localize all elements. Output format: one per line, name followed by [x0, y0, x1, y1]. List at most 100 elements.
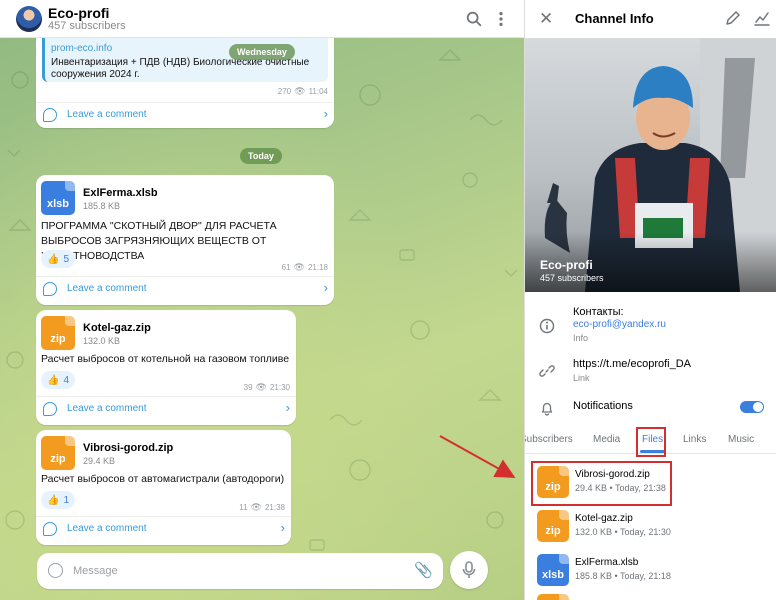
- thumbs-up-icon: 👍: [47, 253, 60, 265]
- link-preview-text: Инвентаризация + ПДВ (НДВ) Биологические…: [51, 57, 310, 80]
- message-bubble: zip Kotel-gaz.zip 132.0 KB Расчет выброс…: [36, 310, 296, 425]
- annotation-highlight-files-tab: [636, 427, 666, 457]
- message-composer: 📎: [37, 553, 443, 589]
- eye-icon: 👁: [255, 382, 267, 392]
- paperclip-icon[interactable]: 📎: [414, 561, 433, 579]
- xlsb-file-icon[interactable]: xlsb: [41, 181, 75, 215]
- zip-file-icon[interactable]: zip: [41, 316, 75, 350]
- views-count: 11: [239, 503, 248, 512]
- file-name[interactable]: Kotel-gaz.zip: [83, 322, 151, 334]
- file-list-item[interactable]: zip Kotel-gaz.zip 132.0 KB • Today, 21:3…: [525, 506, 776, 546]
- date-separator-today: Today: [240, 148, 282, 164]
- link-preview-url[interactable]: prom-eco.info: [51, 43, 112, 54]
- zip-file-icon-partial: [537, 594, 569, 600]
- notifications-toggle[interactable]: [740, 401, 764, 413]
- tab-music[interactable]: Music: [728, 434, 754, 445]
- tab-media[interactable]: Media: [593, 434, 620, 445]
- message-meta: 61 👁 21:18: [282, 262, 328, 273]
- message-text: ПРОГРАММА "СКОТНЫЙ ДВОР" ДЛЯ РАСЧЕТА ВЫБ…: [41, 220, 277, 262]
- file-name[interactable]: Vibrosi-gorod.zip: [83, 442, 173, 454]
- contacts-row[interactable]: Контакты: eco-profi@yandex.ru Info: [525, 300, 776, 348]
- message-input[interactable]: [71, 562, 401, 580]
- message-bubble: xlsb ExlFerma.xlsb 185.8 KB ПРОГРАММА "С…: [36, 175, 334, 305]
- message-time: 21:38: [264, 503, 285, 512]
- file-name[interactable]: ExlFerma.xlsb: [83, 187, 158, 199]
- file-list-name: Kotel-gaz.zip: [575, 513, 633, 524]
- contacts-sub: Info: [573, 333, 589, 343]
- message-text: Расчет выбросов от автомагистрали (автод…: [41, 473, 285, 485]
- channel-link[interactable]: https://t.me/ecoprofi_DA: [573, 358, 691, 370]
- chat-title[interactable]: Eco-profi: [48, 5, 109, 21]
- chevron-right-icon: ›: [285, 400, 290, 415]
- message-bubble: zip Vibrosi-gorod.zip 29.4 KB Расчет выб…: [36, 430, 291, 545]
- comment-icon: [43, 282, 57, 296]
- reaction-count: 5: [63, 253, 70, 265]
- comment-label: Leave a comment: [67, 403, 147, 414]
- info-icon: [539, 318, 555, 334]
- pencil-icon[interactable]: [725, 10, 741, 26]
- thumbs-up-icon: 👍: [47, 374, 60, 386]
- channel-subscribers: 457 subscribers: [540, 273, 604, 283]
- contacts-email-link[interactable]: eco-profi@yandex.ru: [573, 319, 666, 330]
- eye-icon: 👁: [250, 502, 262, 512]
- views-count: 270: [277, 87, 292, 96]
- notifications-label: Notifications: [573, 400, 633, 412]
- message-text: Расчет выбросов от котельной на газовом …: [41, 353, 290, 365]
- channel-photo[interactable]: [525, 38, 776, 292]
- annotation-highlight-file: [531, 461, 672, 506]
- message-time: 11:04: [308, 87, 328, 96]
- file-size: 29.4 KB: [83, 456, 116, 466]
- comment-icon: [43, 108, 57, 122]
- file-list-name: ExlFerma.xlsb: [575, 557, 639, 568]
- views-count: 39: [243, 383, 253, 392]
- info-title: Channel Info: [575, 11, 654, 26]
- file-list-item[interactable]: xlsb ExlFerma.xlsb 185.8 KB • Today, 21:…: [525, 550, 776, 590]
- eye-icon: 👁: [293, 262, 305, 272]
- chat-subscribers: 457 subscribers: [48, 20, 126, 32]
- reaction-chip[interactable]: 👍 1: [41, 491, 76, 509]
- channel-name: Eco-profi: [540, 258, 593, 272]
- microphone-button[interactable]: [450, 551, 488, 589]
- tab-subscribers[interactable]: Subscribers: [525, 434, 573, 445]
- message-meta: 39 👁 21:30: [244, 382, 290, 393]
- message-time: 21:18: [307, 263, 328, 272]
- chevron-right-icon: ›: [323, 106, 328, 121]
- chevron-right-icon: ›: [323, 280, 328, 295]
- more-vertical-icon[interactable]: [492, 10, 510, 28]
- contacts-label: Контакты:: [573, 306, 624, 318]
- eye-icon: 👁: [294, 86, 306, 96]
- leave-comment-button[interactable]: Leave a comment ›: [36, 396, 296, 420]
- link-row[interactable]: https://t.me/ecoprofi_DA Link: [525, 352, 776, 388]
- views-count: 61: [281, 263, 291, 272]
- statistics-icon[interactable]: [754, 10, 770, 26]
- comment-label: Leave a comment: [67, 109, 147, 120]
- message-meta: 270 👁 11:04: [278, 86, 328, 97]
- reaction-chip[interactable]: 👍 5: [41, 250, 76, 268]
- leave-comment-button[interactable]: Leave a comment ›: [36, 102, 334, 126]
- reaction-chip[interactable]: 👍 4: [41, 371, 76, 389]
- comment-icon: [43, 402, 57, 416]
- notifications-row[interactable]: Notifications: [525, 394, 776, 422]
- file-size: 132.0 KB: [83, 336, 121, 346]
- thumbs-up-icon: 👍: [47, 494, 60, 506]
- emoji-icon[interactable]: [48, 563, 63, 578]
- leave-comment-button[interactable]: Leave a comment ›: [36, 516, 291, 540]
- comment-label: Leave a comment: [67, 283, 147, 294]
- info-header: ✕ Channel Info: [525, 0, 776, 38]
- xlsb-file-icon: xlsb: [537, 554, 569, 586]
- chat-header[interactable]: Eco-profi 457 subscribers: [0, 0, 524, 38]
- search-icon[interactable]: [465, 10, 483, 28]
- tab-links[interactable]: Links: [683, 434, 706, 445]
- reaction-count: 4: [63, 374, 70, 386]
- file-list-meta: 132.0 KB • Today, 21:30: [575, 527, 671, 537]
- reaction-count: 1: [63, 494, 70, 506]
- zip-file-icon[interactable]: zip: [41, 436, 75, 470]
- date-separator-wednesday: Wednesday: [229, 44, 295, 60]
- chevron-right-icon: ›: [280, 520, 285, 535]
- link-sub: Link: [573, 373, 590, 383]
- link-icon: [539, 365, 555, 377]
- leave-comment-button[interactable]: Leave a comment ›: [36, 276, 334, 300]
- close-icon[interactable]: ✕: [539, 9, 553, 29]
- channel-avatar[interactable]: [16, 6, 42, 32]
- file-size: 185.8 KB: [83, 201, 121, 211]
